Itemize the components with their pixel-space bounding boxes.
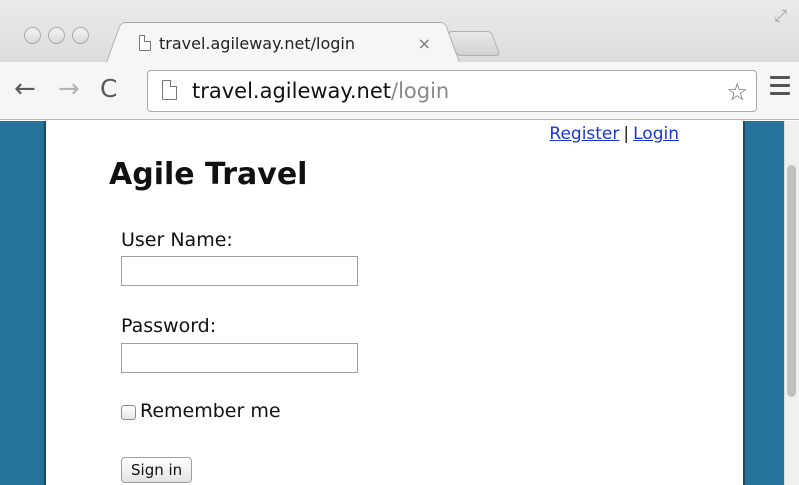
password-label: Password:	[121, 315, 217, 337]
register-link[interactable]: Register	[549, 124, 619, 144]
close-icon[interactable]: ×	[418, 34, 431, 53]
address-bar[interactable]: travel.agileway.net/login ☆	[147, 70, 757, 112]
minimize-window-button[interactable]	[48, 27, 65, 44]
url-path: /login	[391, 79, 450, 103]
close-window-button[interactable]	[24, 27, 41, 44]
menu-icon[interactable]	[770, 76, 790, 100]
page-icon	[139, 35, 151, 51]
page-content: Register | Login Agile Travel User Name: P…	[44, 121, 745, 485]
page-viewport: Register | Login Agile Travel User Name: P…	[0, 121, 799, 485]
header-links: Register | Login	[549, 124, 679, 144]
tab-title: travel.agileway.net/login	[159, 33, 355, 53]
sign-in-button[interactable]: Sign in	[121, 457, 193, 483]
remember-me-checkbox[interactable]	[121, 405, 136, 420]
fullscreen-icon[interactable]: ⤢	[774, 6, 787, 26]
scrollbar-thumb[interactable]	[787, 165, 796, 397]
forward-icon[interactable]: →	[58, 74, 80, 104]
username-field[interactable]	[121, 256, 358, 286]
page-icon	[162, 80, 177, 100]
url-text[interactable]: travel.agileway.net/login	[192, 79, 449, 103]
password-field[interactable]	[121, 343, 358, 373]
url-host: travel.agileway.net	[192, 79, 391, 103]
remember-me-label[interactable]: Remember me	[140, 400, 281, 422]
back-icon[interactable]: ←	[14, 74, 36, 104]
browser-tab[interactable]: travel.agileway.net/login ×	[124, 22, 442, 63]
zoom-window-button[interactable]	[72, 27, 89, 44]
reload-icon[interactable]: C	[100, 74, 117, 104]
browser-toolbar: ← → C travel.agileway.net/login ☆	[0, 62, 799, 120]
new-tab-button[interactable]	[447, 31, 501, 56]
scrollbar[interactable]	[784, 121, 799, 485]
remember-me-row: Remember me	[121, 400, 281, 422]
login-link[interactable]: Login	[633, 124, 679, 144]
tab-strip: travel.agileway.net/login × ⤢	[0, 0, 799, 63]
bookmark-star-icon[interactable]: ☆	[726, 78, 748, 106]
page-title: Agile Travel	[109, 157, 308, 192]
username-label: User Name:	[121, 229, 233, 251]
link-separator: |	[623, 124, 630, 144]
